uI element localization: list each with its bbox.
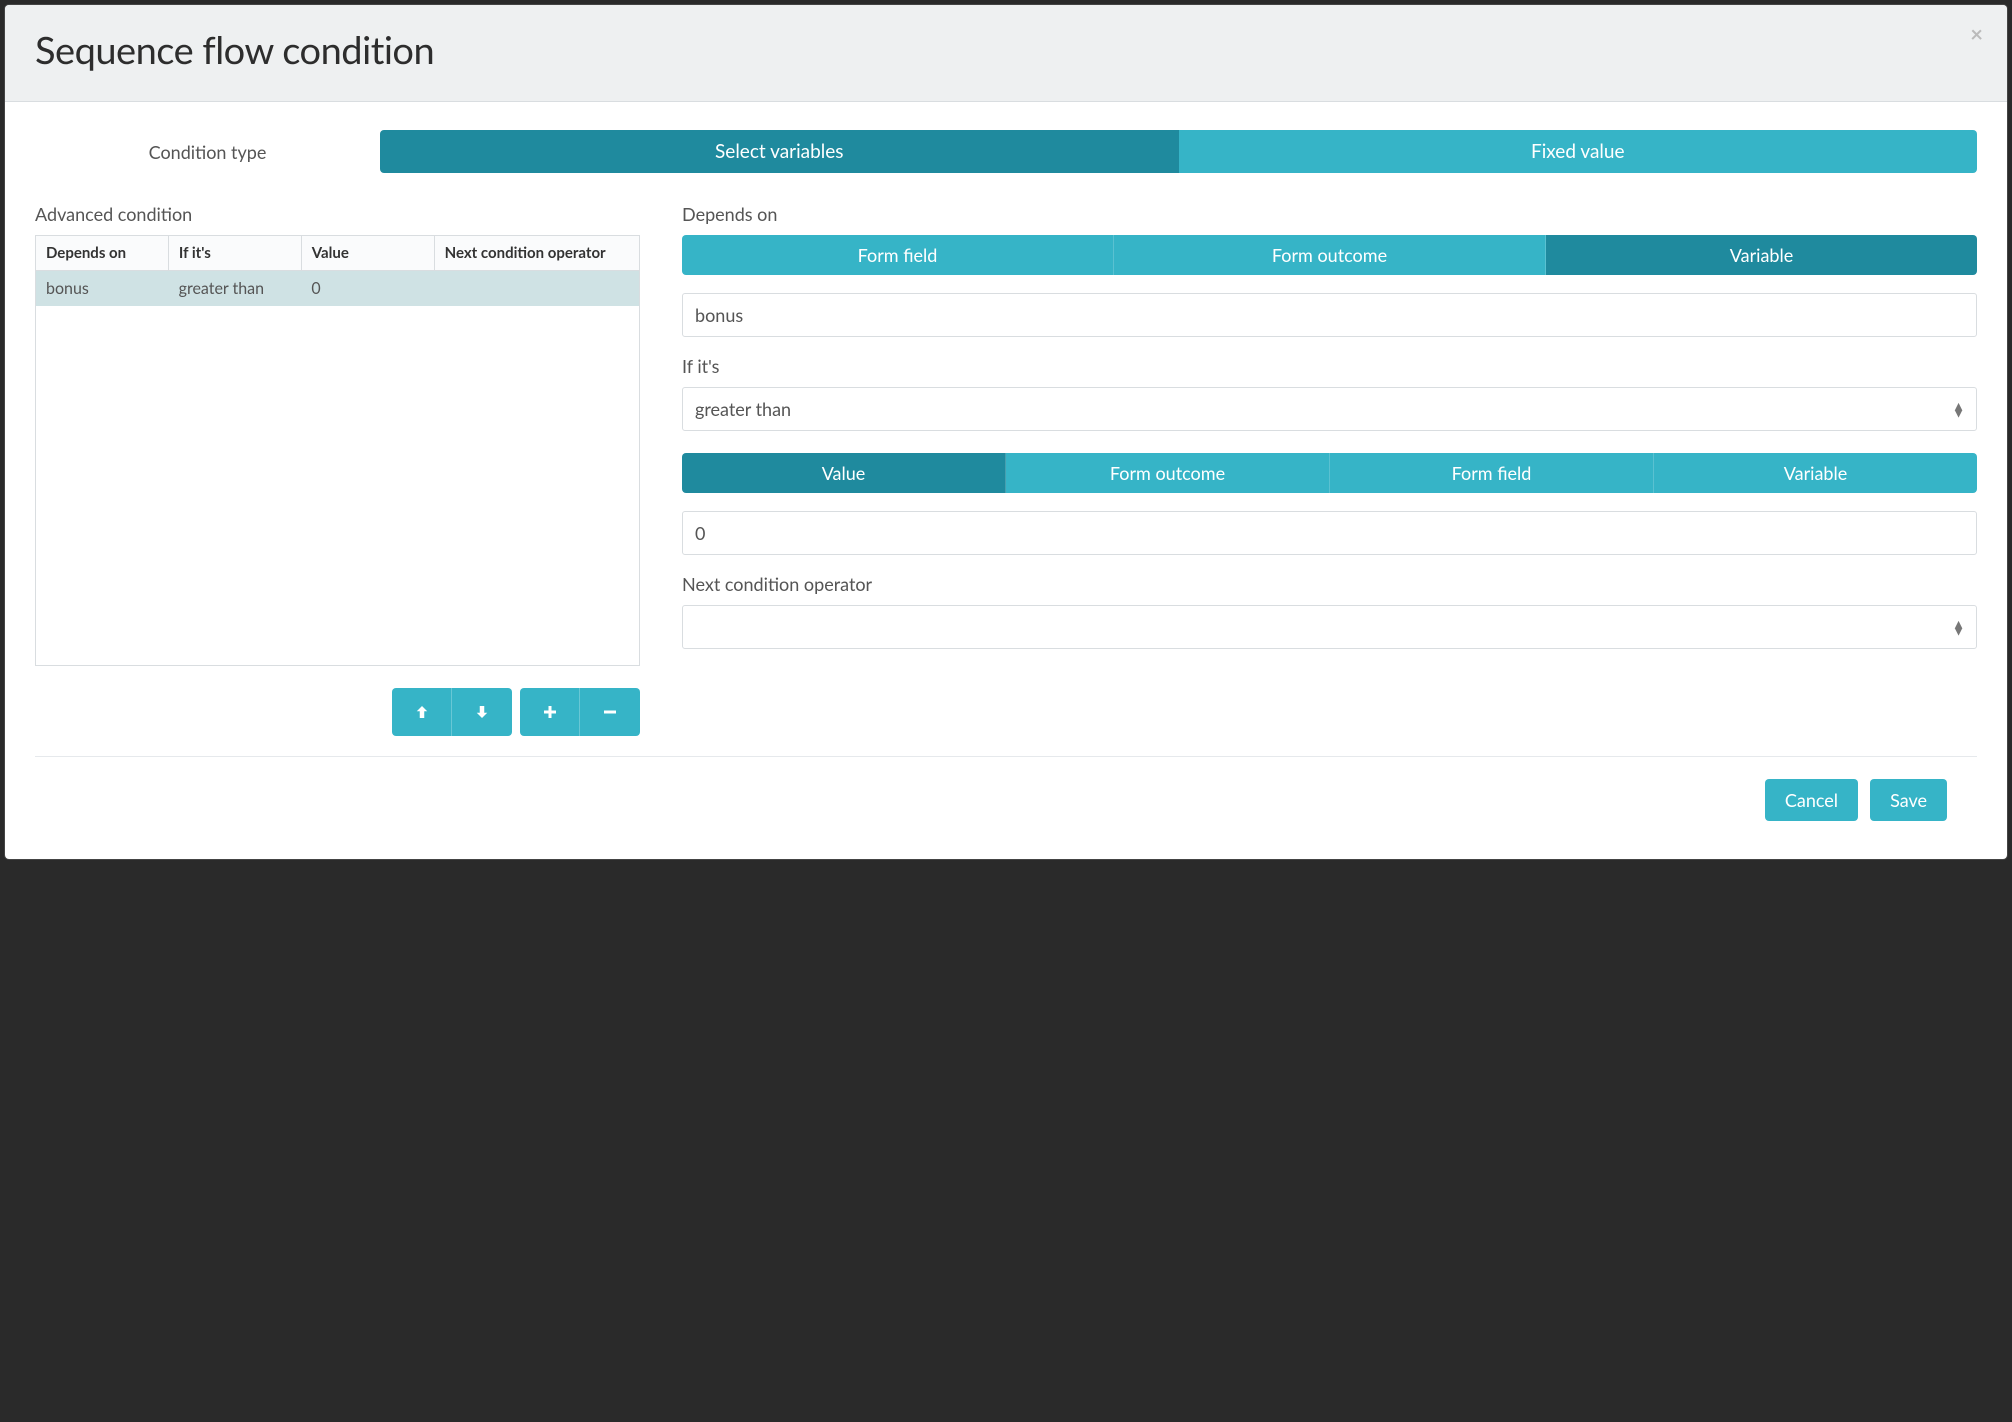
- sequence-flow-condition-modal: Sequence flow condition × Condition type…: [5, 5, 2007, 859]
- depends-on-input[interactable]: [682, 293, 1977, 337]
- modal-header: Sequence flow condition ×: [5, 5, 2007, 102]
- table-row[interactable]: bonus greater than 0: [36, 271, 639, 306]
- if-its-label: If it's: [682, 355, 1977, 377]
- add-row-button[interactable]: [520, 688, 580, 736]
- condition-type-row: Condition type Select variables Fixed va…: [35, 130, 1977, 173]
- plus-icon: [541, 703, 559, 721]
- tab-select-variables[interactable]: Select variables: [380, 130, 1179, 173]
- conditions-table-body: bonus greater than 0: [36, 271, 639, 306]
- value-source-variable[interactable]: Variable: [1654, 453, 1977, 493]
- save-button[interactable]: Save: [1870, 779, 1947, 821]
- next-operator-select[interactable]: [682, 605, 1977, 649]
- advanced-condition-panel: Advanced condition Depends on If it's Va…: [35, 203, 640, 736]
- close-icon[interactable]: ×: [1970, 23, 1983, 45]
- next-operator-label: Next condition operator: [682, 573, 1977, 595]
- conditions-table-header: Depends on If it's Value Next condition …: [35, 235, 640, 271]
- condition-type-label: Condition type: [35, 141, 380, 163]
- depends-on-variable[interactable]: Variable: [1546, 235, 1977, 275]
- value-input[interactable]: [682, 511, 1977, 555]
- cell-next-operator: [434, 271, 639, 306]
- value-source-segmented: Value Form outcome Form field Variable: [682, 453, 1977, 493]
- row-action-buttons: [35, 688, 640, 736]
- col-if-its: If it's: [168, 236, 301, 271]
- modal-body: Condition type Select variables Fixed va…: [5, 102, 2007, 859]
- value-source-value[interactable]: Value: [682, 453, 1006, 493]
- col-next-operator: Next condition operator: [434, 236, 639, 271]
- move-down-button[interactable]: [452, 688, 512, 736]
- arrow-up-icon: [413, 703, 431, 721]
- arrow-down-icon: [473, 703, 491, 721]
- condition-type-tabs: Select variables Fixed value: [380, 130, 1977, 173]
- modal-footer: Cancel Save: [35, 756, 1977, 849]
- cell-value: 0: [301, 271, 434, 306]
- depends-on-form-outcome[interactable]: Form outcome: [1114, 235, 1546, 275]
- remove-row-button[interactable]: [580, 688, 640, 736]
- minus-icon: [601, 703, 619, 721]
- if-its-select[interactable]: greater than: [682, 387, 1977, 431]
- modal-title: Sequence flow condition: [35, 27, 1977, 73]
- col-value: Value: [301, 236, 434, 271]
- main-columns: Advanced condition Depends on If it's Va…: [35, 203, 1977, 736]
- value-source-form-field[interactable]: Form field: [1330, 453, 1654, 493]
- advanced-condition-label: Advanced condition: [35, 203, 640, 225]
- conditions-table-body-wrap: bonus greater than 0: [35, 271, 640, 666]
- depends-on-segmented: Form field Form outcome Variable: [682, 235, 1977, 275]
- move-up-button[interactable]: [392, 688, 452, 736]
- cell-if-its: greater than: [169, 271, 302, 306]
- col-depends-on: Depends on: [36, 236, 169, 271]
- condition-detail-panel: Depends on Form field Form outcome Varia…: [682, 203, 1977, 736]
- depends-on-form-field[interactable]: Form field: [682, 235, 1114, 275]
- cancel-button[interactable]: Cancel: [1765, 779, 1858, 821]
- tab-fixed-value[interactable]: Fixed value: [1179, 130, 1978, 173]
- value-source-form-outcome[interactable]: Form outcome: [1006, 453, 1330, 493]
- cell-depends-on: bonus: [36, 271, 169, 306]
- depends-on-label: Depends on: [682, 203, 1977, 225]
